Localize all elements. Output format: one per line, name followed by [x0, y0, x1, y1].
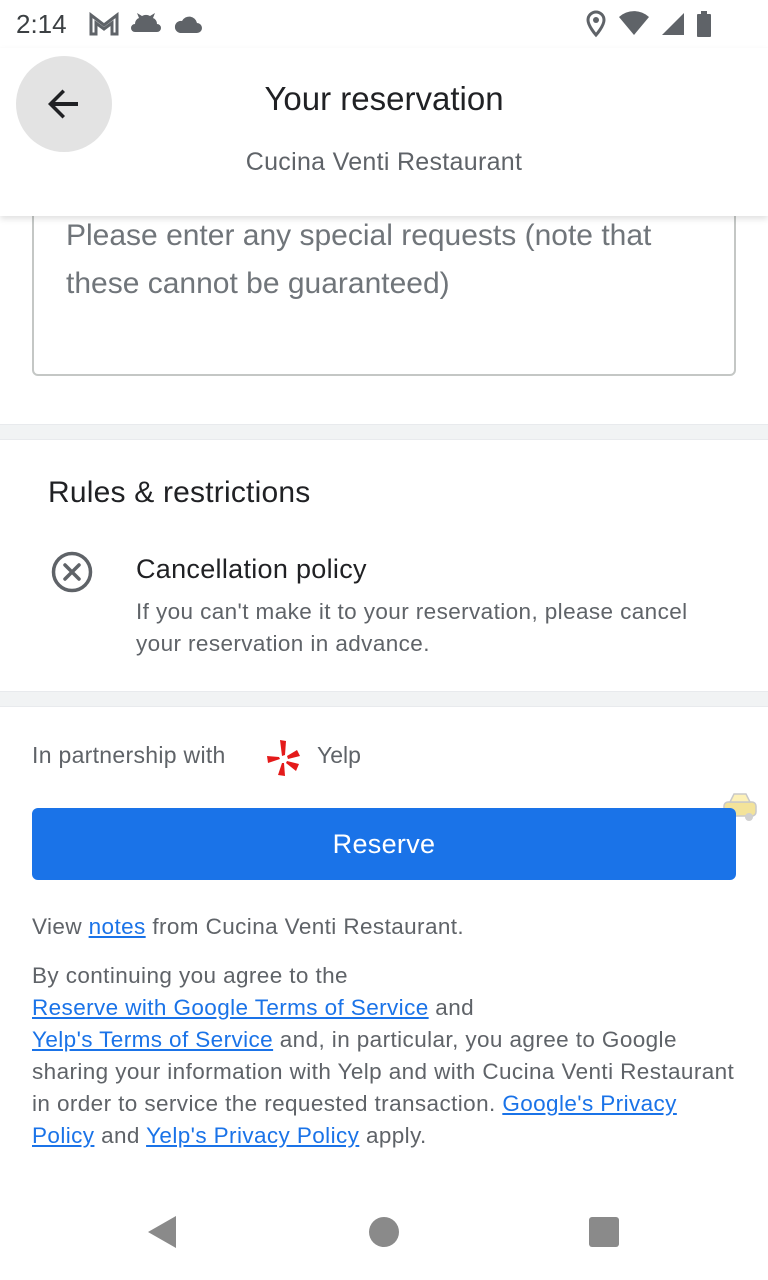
legal-and: and — [435, 995, 475, 1020]
cloud-cat-icon — [130, 13, 161, 32]
nav-home-icon[interactable] — [369, 1217, 399, 1247]
legal-text: By continuing you agree to the Reserve w… — [32, 960, 742, 1152]
nav-recents-icon[interactable] — [589, 1217, 619, 1247]
nav-back-icon[interactable] — [146, 1214, 178, 1250]
partner-name: Yelp — [317, 742, 361, 768]
wifi-icon — [619, 11, 649, 36]
system-nav-bar — [0, 1190, 768, 1280]
cloud-icon — [174, 16, 202, 33]
status-time: 2:14 — [16, 8, 67, 39]
special-requests-placeholder: Please enter any special requests (note … — [66, 219, 652, 300]
status-bar: 2:14 — [0, 0, 768, 48]
legal-outro: apply. — [365, 1123, 427, 1148]
gmail-icon — [89, 12, 119, 36]
cancellation-policy-title: Cancellation policy — [136, 554, 367, 584]
yelp-privacy-link[interactable]: Yelp's Privacy Policy — [146, 1123, 359, 1148]
cancel-circle-icon — [51, 551, 93, 593]
notes-suffix: from Cucina Venti Restaurant. — [152, 914, 465, 939]
section-divider — [0, 424, 768, 440]
signal-icon — [662, 13, 684, 35]
partnership-label: In partnership with — [32, 742, 226, 768]
notes-line: View notes from Cucina Venti Restaurant. — [32, 914, 464, 940]
status-left-icons — [89, 12, 203, 36]
google-terms-link[interactable]: Reserve with Google Terms of Service — [32, 995, 429, 1020]
notes-prefix: View — [32, 914, 82, 939]
battery-icon — [697, 11, 711, 37]
reserve-button[interactable]: Reserve — [32, 808, 736, 880]
location-icon — [586, 10, 606, 38]
cancellation-policy-description: If you can't make it to your reservation… — [136, 599, 688, 656]
yelp-icon — [267, 740, 300, 776]
restaurant-name: Cucina Venti Restaurant — [245, 148, 523, 176]
page-title: Your reservation — [264, 80, 504, 117]
legal-intro: By continuing you agree to the — [32, 963, 348, 988]
legal-and: and — [101, 1123, 140, 1148]
notes-link[interactable]: notes — [89, 914, 146, 939]
yelp-terms-link[interactable]: Yelp's Terms of Service — [32, 1027, 273, 1052]
app-header: Your reservation Cucina Venti Restaurant — [0, 48, 768, 216]
rules-title: Rules & restrictions — [48, 476, 311, 509]
status-right-icons — [584, 10, 712, 38]
section-divider — [0, 691, 768, 707]
